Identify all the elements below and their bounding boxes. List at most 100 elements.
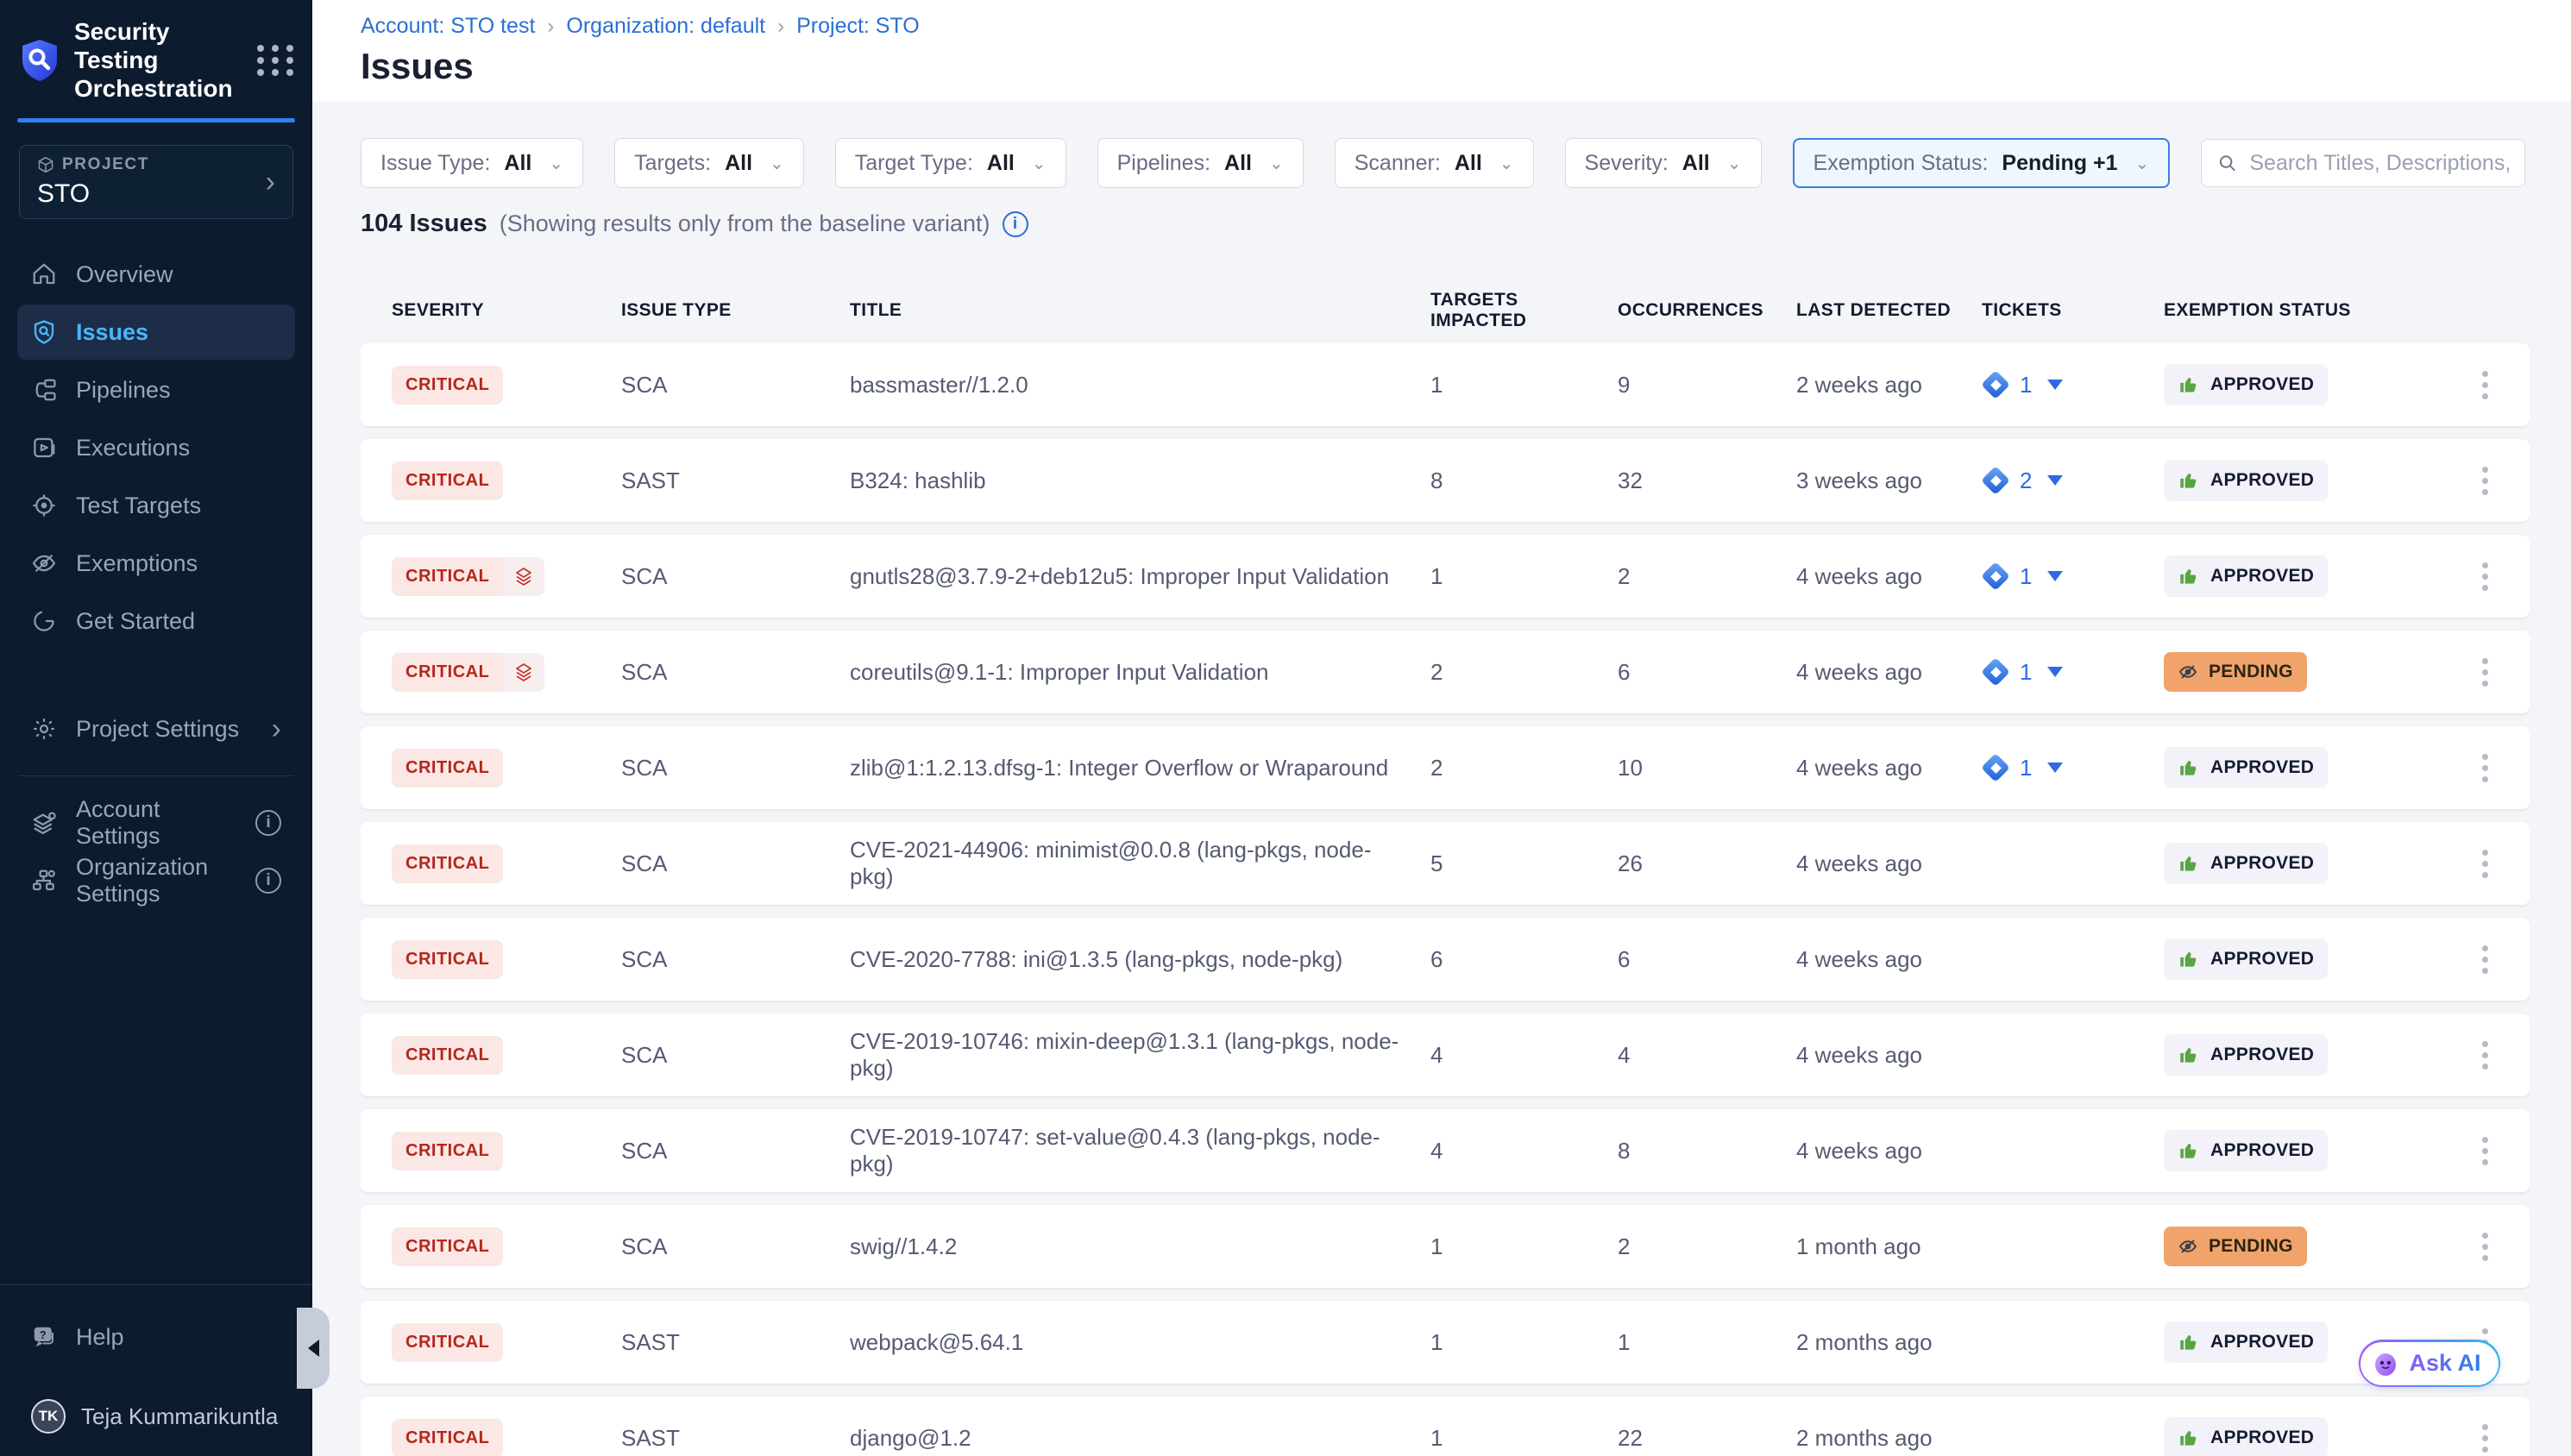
occurrences: 6 [1618,946,1796,973]
ticket-dropdown-icon[interactable] [2047,667,2063,677]
breadcrumb-organization-link[interactable]: Organization: default [566,14,765,39]
breadcrumb-account-link[interactable]: Account: STO test [361,14,535,39]
sidebar-item-project-settings[interactable]: Project Settings › [17,701,295,756]
severity-badge: CRITICAL [392,1323,503,1362]
exemption-status-label: APPROVED [2210,1045,2314,1065]
row-menu-button[interactable] [2475,651,2495,693]
tickets-cell[interactable]: 1 [1982,562,2164,590]
table-header: SEVERITY ISSUE TYPE TITLE TARGETS IMPACT… [361,290,2530,331]
table-row[interactable]: CRITICAL SAST django@1.2 1 22 2 months a… [361,1396,2530,1456]
issue-type: SCA [621,659,850,686]
table-row[interactable]: CRITICAL SCA zlib@1:1.2.13.dfsg-1: Integ… [361,726,2530,809]
filter-label: Issue Type: [380,151,490,176]
sidebar-item-label: Organization Settings [76,854,236,907]
exemption-status-badge: APPROVED [2164,938,2328,980]
row-menu-button[interactable] [2475,555,2495,598]
filter-target-type[interactable]: Target Type: All ⌄ [835,138,1066,188]
sidebar-item-pipelines[interactable]: Pipelines [17,362,295,417]
exemption-status-badge: APPROVED [2164,460,2328,501]
targets-impacted: 1 [1430,1329,1618,1356]
row-menu-button[interactable] [2475,938,2495,981]
filter-issue-type[interactable]: Issue Type: All ⌄ [361,138,583,188]
collapse-arrow-icon [308,1340,319,1357]
sidebar-nav: Overview Issues Pipelines Executions [0,247,312,908]
sidebar-item-help[interactable]: ? Help [17,1309,295,1365]
thumbs-up-icon [2178,1427,2200,1449]
search-input[interactable] [2249,151,2509,176]
row-menu-button[interactable] [2475,460,2495,502]
app-switcher-grid-icon[interactable] [255,41,295,80]
row-menu-button[interactable] [2475,1034,2495,1076]
breadcrumb-project-link[interactable]: Project: STO [796,14,920,39]
table-row[interactable]: CRITICAL SCA gnutls28@3.7.9-2+deb12u5: I… [361,535,2530,618]
filter-severity[interactable]: Severity: All ⌄ [1565,138,1762,188]
exemption-status-badge: PENDING [2164,652,2307,692]
severity-badge: CRITICAL [392,653,503,692]
issue-type: SCA [621,372,850,399]
last-detected: 4 weeks ago [1796,946,1982,973]
tickets-cell[interactable]: 1 [1982,754,2164,781]
row-menu-button[interactable] [2475,843,2495,885]
table-row[interactable]: CRITICAL SAST B324: hashlib 8 32 3 weeks… [361,439,2530,522]
info-icon[interactable]: i [255,810,281,836]
occurrences: 10 [1618,755,1796,781]
row-menu-button[interactable] [2475,1417,2495,1456]
tickets-cell[interactable]: 1 [1982,658,2164,686]
table-row[interactable]: CRITICAL SCA CVE-2019-10746: mixin-deep@… [361,1014,2530,1096]
targets-impacted: 6 [1430,946,1618,973]
chevron-down-icon: ⌄ [1269,153,1284,174]
table-row[interactable]: CRITICAL SCA coreutils@9.1-1: Improper I… [361,631,2530,713]
info-icon[interactable]: i [255,868,281,894]
issue-title: CVE-2021-44906: minimist@0.0.8 (lang-pkg… [850,837,1430,890]
info-icon[interactable]: i [1003,211,1028,237]
row-menu-button[interactable] [2475,1226,2495,1268]
tickets-cell[interactable]: 2 [1982,467,2164,494]
ticket-count: 1 [2020,563,2032,590]
jira-ticket-icon [1982,467,2009,494]
ticket-dropdown-icon[interactable] [2047,571,2063,581]
filter-pipelines[interactable]: Pipelines: All ⌄ [1097,138,1304,188]
sidebar-item-test-targets[interactable]: Test Targets [17,478,295,533]
sidebar-item-label: Issues [76,319,148,346]
shield-search-icon [31,319,57,345]
table-row[interactable]: CRITICAL SCA CVE-2020-7788: ini@1.3.5 (l… [361,918,2530,1001]
ask-ai-button[interactable]: Ask AI [2359,1340,2500,1387]
sidebar-item-exemptions[interactable]: Exemptions [17,536,295,591]
table-row[interactable]: CRITICAL SCA bassmaster//1.2.0 1 9 2 wee… [361,343,2530,426]
col-title: TITLE [850,300,1430,321]
table-row[interactable]: CRITICAL SCA CVE-2019-10747: set-value@0… [361,1109,2530,1192]
user-profile[interactable]: TK Teja Kummarikuntla [17,1399,295,1434]
sidebar-item-label: Pipelines [76,377,171,404]
table-row[interactable]: CRITICAL SAST webpack@5.64.1 1 1 2 month… [361,1301,2530,1384]
table-row[interactable]: CRITICAL SCA CVE-2021-44906: minimist@0.… [361,822,2530,905]
exemption-status-label: APPROVED [2210,949,2314,970]
sidebar-item-account-settings[interactable]: Account Settings i [17,795,295,850]
sidebar-item-organization-settings[interactable]: Organization Settings i [17,853,295,908]
ticket-dropdown-icon[interactable] [2047,763,2063,773]
chevron-down-icon: ⌄ [770,153,784,174]
sidebar-item-overview[interactable]: Overview [17,247,295,302]
filter-scanner[interactable]: Scanner: All ⌄ [1335,138,1534,188]
exemption-status-label: APPROVED [2210,470,2314,491]
sidebar-item-get-started[interactable]: Get Started [17,593,295,649]
sidebar-item-issues[interactable]: Issues [17,304,295,360]
filter-exemption-status[interactable]: Exemption Status: Pending +1 ⌄ [1793,138,2171,188]
sidebar-item-executions[interactable]: Executions [17,420,295,475]
tickets-cell[interactable]: 1 [1982,371,2164,399]
table-row[interactable]: CRITICAL SCA swig//1.4.2 1 2 1 month ago… [361,1205,2530,1288]
page-header: Account: STO test › Organization: defaul… [312,0,2571,102]
ticket-dropdown-icon[interactable] [2047,380,2063,390]
row-menu-button[interactable] [2475,1130,2495,1172]
ticket-dropdown-icon[interactable] [2047,475,2063,486]
row-menu-button[interactable] [2475,747,2495,789]
row-menu-button[interactable] [2475,364,2495,406]
filter-targets[interactable]: Targets: All ⌄ [614,138,804,188]
sidebar-collapse-handle[interactable] [297,1308,330,1389]
filter-label: Severity: [1585,151,1669,176]
project-selector[interactable]: PROJECT STO › [19,145,293,219]
occurrences: 2 [1618,1233,1796,1260]
filter-label: Target Type: [855,151,973,176]
filter-label: Scanner: [1355,151,1441,176]
col-targets-impacted: TARGETS IMPACTED [1430,290,1618,331]
filter-value: All [987,151,1015,176]
